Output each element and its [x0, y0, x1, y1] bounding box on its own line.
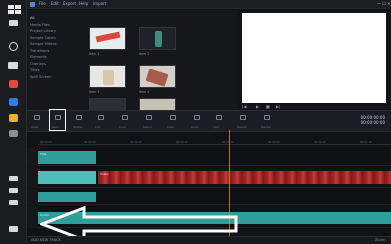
menu-help[interactable]: Help — [79, 1, 88, 6]
tray-icon-2[interactable] — [9, 188, 18, 193]
track-lane-video: Video — [38, 167, 391, 188]
tool-label: Render — [261, 125, 271, 129]
windows-start-icon[interactable] — [6, 4, 21, 14]
menu-file[interactable]: File — [39, 1, 46, 6]
media-library-panel: All Media Files Project Library Sample C… — [27, 10, 237, 110]
app-icon-blue[interactable] — [9, 98, 18, 106]
tool-label: Speed — [143, 125, 152, 129]
ruler-tick: 00:00:40 — [222, 141, 234, 144]
track-header[interactable] — [27, 206, 38, 228]
screen: File Edit Export Help Import — ☐ ✕ All M… — [0, 0, 391, 244]
audio-icon[interactable] — [191, 115, 203, 123]
window-controls[interactable]: — ☐ ✕ — [377, 1, 390, 6]
overlay-clip[interactable] — [38, 192, 96, 202]
clip-label: Title — [40, 152, 47, 156]
timecode-readout: 00:00:00:00 00:00:00:00 — [361, 115, 385, 125]
track-header[interactable] — [27, 189, 38, 205]
ruler-tick: 00:00:00 — [40, 141, 52, 144]
notification-icon[interactable] — [9, 226, 18, 232]
cortana-icon[interactable] — [9, 42, 18, 51]
tool-label: Color — [167, 125, 175, 129]
undo-icon[interactable] — [31, 115, 43, 123]
crop-icon[interactable] — [119, 115, 131, 123]
tray-icon-3[interactable] — [9, 200, 18, 205]
media-thumb[interactable] — [89, 98, 126, 110]
highlight-box — [49, 109, 66, 131]
track-lane-title: Title — [38, 148, 391, 166]
tool-label: Undo — [31, 125, 39, 129]
ruler-tick: 00:00:20 — [130, 141, 142, 144]
record-icon[interactable] — [237, 115, 249, 123]
cut-icon[interactable] — [95, 115, 107, 123]
menu-import[interactable]: Import — [93, 1, 106, 6]
preview-screen — [242, 13, 386, 103]
zoom-control[interactable]: Zoom — [375, 238, 385, 242]
stop-button[interactable]: ■ — [266, 104, 270, 109]
thumb-label: Item 1 — [89, 52, 100, 56]
add-track-link[interactable]: ADD NEW TRACK — [31, 238, 61, 242]
media-folder-list: All Media Files Project Library Sample C… — [30, 15, 80, 80]
timeline-ruler[interactable]: 00:00:00 00:00:10 00:00:20 00:00:30 00:0… — [38, 141, 391, 145]
ruler-tick: 00:01:00 — [314, 141, 326, 144]
media-thumb[interactable] — [139, 98, 176, 110]
track-header[interactable] — [27, 167, 38, 188]
speed-icon[interactable] — [143, 115, 155, 123]
windows-taskbar — [0, 0, 27, 244]
thumb-label: Item 2 — [139, 52, 150, 56]
title-clip[interactable]: Title — [38, 151, 96, 164]
delete-icon[interactable] — [73, 115, 85, 123]
media-thumb[interactable] — [139, 27, 176, 50]
next-frame-button[interactable]: ▶| — [276, 104, 280, 109]
menu-edit[interactable]: Edit — [51, 1, 59, 6]
ruler-tick: 00:00:10 — [84, 141, 96, 144]
tool-label: Cut — [95, 125, 100, 129]
app-logo-icon — [30, 2, 35, 7]
media-thumb[interactable] — [89, 65, 126, 88]
folder-icon[interactable] — [9, 114, 18, 122]
media-thumb[interactable] — [89, 27, 126, 50]
ruler-tick: 00:01:10 — [360, 141, 372, 144]
color-icon[interactable] — [167, 115, 179, 123]
tool-label: Crop — [119, 125, 126, 129]
play-button[interactable]: ▶ — [256, 104, 259, 109]
task-view-icon[interactable] — [8, 62, 18, 69]
video-clip-red[interactable]: Video — [98, 171, 391, 184]
video-clip-teal[interactable] — [38, 171, 96, 184]
timecode-secondary: 00:00:00:00 — [360, 120, 385, 125]
render-icon[interactable] — [261, 115, 273, 123]
app-titlebar: File Edit Export Help Import — ☐ ✕ — [27, 0, 391, 9]
tool-label: Audio — [191, 125, 199, 129]
thumb-label: Item 4 — [139, 90, 150, 94]
tool-label: Delete — [73, 125, 83, 129]
track-header[interactable] — [27, 148, 38, 166]
thumb-label: Item 3 — [89, 90, 100, 94]
menu-export[interactable]: Export — [63, 1, 76, 6]
edit-toolbar: Undo Redo Delete Cut Crop Speed Color Au… — [27, 110, 391, 132]
tool-label: Split — [213, 125, 220, 129]
split-icon[interactable] — [213, 115, 225, 123]
ruler-tick: 00:00:50 — [268, 141, 280, 144]
prev-frame-button[interactable]: |◀ — [242, 104, 246, 109]
status-bar: ADD NEW TRACK Zoom — [27, 236, 391, 244]
app-icon-gray[interactable] — [9, 130, 18, 137]
media-thumb[interactable] — [139, 65, 176, 88]
preview-panel: |◀ ▶ ■ ▶| — [237, 10, 391, 110]
clip-label: Video — [100, 172, 109, 176]
track-lane-overlay — [38, 189, 391, 205]
app-icon-red[interactable] — [9, 80, 18, 88]
tray-icon-1[interactable] — [9, 176, 18, 181]
ruler-tick: 00:00:30 — [176, 141, 188, 144]
tool-label: Record — [237, 125, 247, 129]
search-icon[interactable] — [9, 20, 18, 26]
folder-item[interactable]: Split Screen — [30, 74, 80, 81]
